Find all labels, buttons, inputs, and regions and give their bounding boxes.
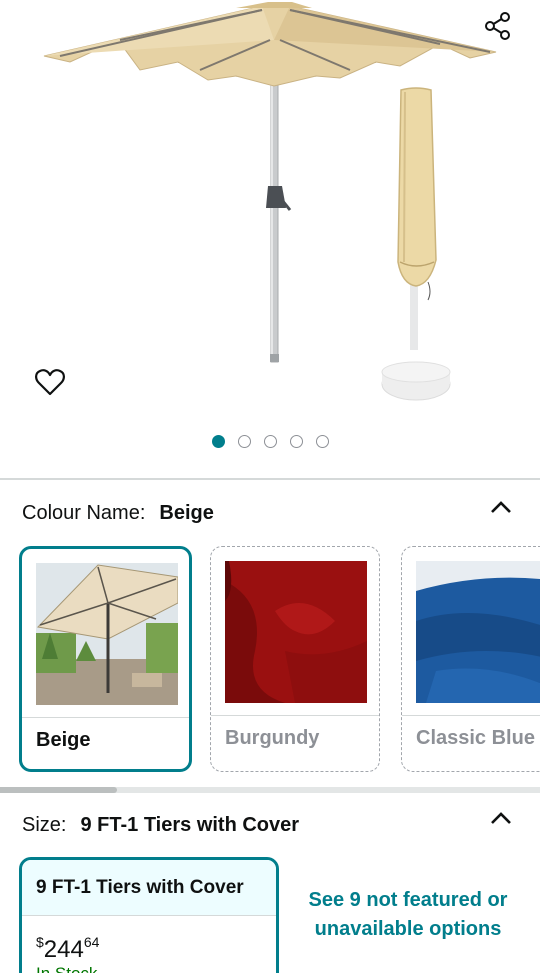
- swatch-divider: [22, 717, 189, 718]
- size-selected-value: 9 FT-1 Tiers with Cover: [80, 813, 300, 836]
- product-image[interactable]: [0, 0, 540, 478]
- price-fraction: 64: [83, 934, 100, 950]
- carousel-dot[interactable]: [211, 434, 225, 448]
- size-option-price: $24464: [36, 934, 99, 964]
- image-carousel-indicator[interactable]: [0, 432, 540, 450]
- colour-variation-header: Colour Name: Beige: [22, 498, 522, 528]
- stock-status: In Stock: [36, 964, 97, 973]
- add-to-wishlist-button[interactable]: [28, 362, 72, 402]
- colour-swatch-list[interactable]: Beige Burgundy Classic Blue: [0, 544, 540, 776]
- chevron-up-icon: [491, 501, 511, 513]
- size-option-card[interactable]: 9 FT-1 Tiers with Cover $24464 In Stock: [19, 857, 279, 973]
- colour-option-label: Burgundy: [225, 727, 320, 749]
- swatch-scroll-thumb[interactable]: [0, 787, 117, 793]
- colour-selected-value: Beige: [159, 501, 214, 524]
- carousel-dot[interactable]: [237, 434, 251, 448]
- price-currency-symbol: $: [36, 934, 44, 950]
- colour-label: Colour Name:: [22, 501, 146, 524]
- carousel-dot[interactable]: [263, 434, 277, 448]
- colour-option-label: Classic Blue: [416, 727, 535, 749]
- swatch-image: [416, 561, 540, 703]
- size-collapse-button[interactable]: [484, 803, 518, 833]
- colour-option-burgundy[interactable]: Burgundy: [210, 546, 380, 772]
- product-image-gallery[interactable]: [0, 0, 540, 478]
- heart-outline-icon: [35, 369, 65, 396]
- carousel-dot[interactable]: [289, 434, 303, 448]
- colour-collapse-button[interactable]: [484, 492, 518, 522]
- colour-option-classic-blue[interactable]: Classic Blue: [401, 546, 540, 772]
- colour-option-label: Beige: [36, 729, 91, 751]
- size-label: Size:: [22, 813, 67, 836]
- swatch-image: [36, 563, 178, 705]
- swatch-divider: [211, 715, 379, 716]
- price-whole: 244: [43, 936, 84, 963]
- swatch-image: [225, 561, 367, 703]
- share-icon: [485, 12, 510, 40]
- size-option-label: 9 FT-1 Tiers with Cover: [22, 860, 276, 916]
- see-more-options-link[interactable]: See 9 not featured or unavailable option…: [300, 886, 516, 944]
- colour-option-beige[interactable]: Beige: [19, 546, 192, 772]
- size-variation-header: Size: 9 FT-1 Tiers with Cover: [22, 810, 522, 840]
- section-divider: [0, 478, 540, 480]
- carousel-dot[interactable]: [315, 434, 329, 448]
- share-button[interactable]: [478, 6, 518, 46]
- chevron-up-icon: [491, 812, 511, 824]
- swatch-divider: [402, 715, 540, 716]
